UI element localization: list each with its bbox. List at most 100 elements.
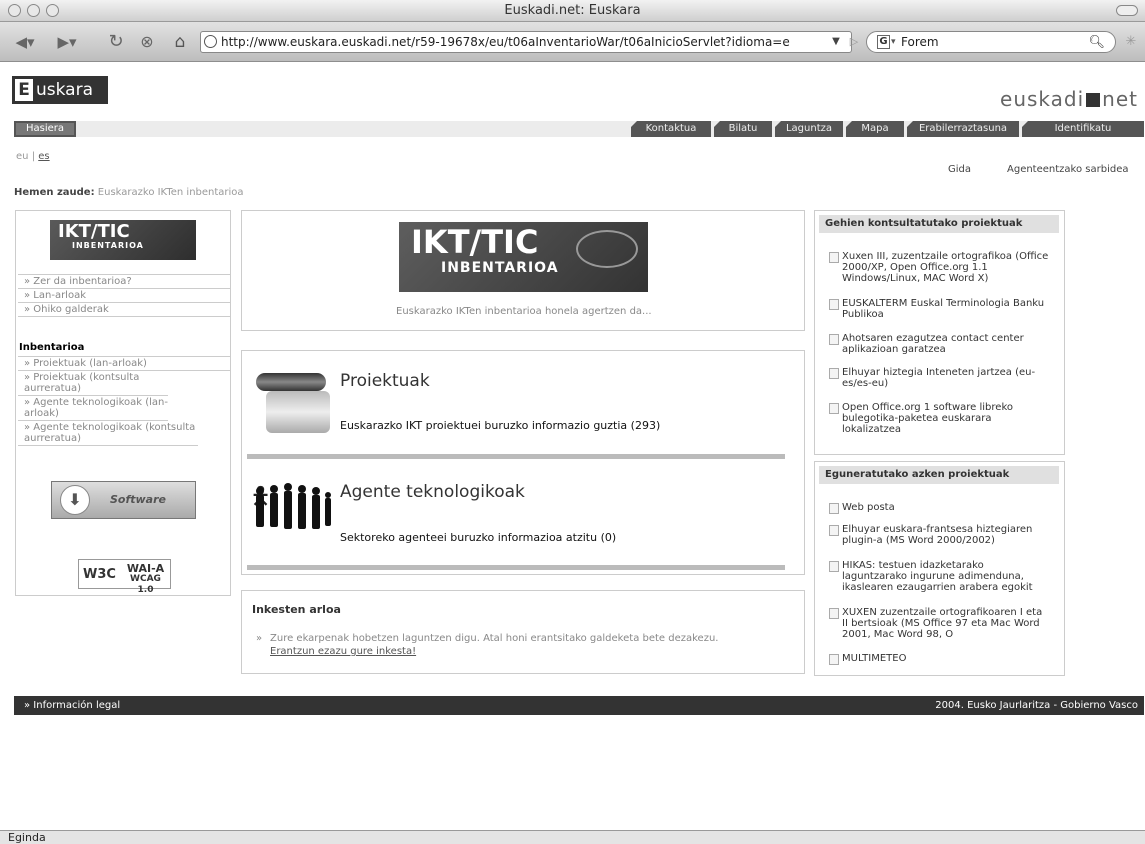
- latest-updated-panel: Eguneratutako azken proiektuak Web posta…: [814, 461, 1065, 676]
- lang-current: eu: [16, 151, 29, 162]
- ikt-logo-sub: INBENTARIOA: [72, 241, 144, 250]
- activity-spinner-icon: ✳: [1125, 34, 1137, 49]
- go-icon[interactable]: ▷: [846, 31, 862, 53]
- copyright: 2004. Eusko Jaurlaritza - Gobierno Vasco: [935, 700, 1138, 711]
- agente-title[interactable]: Agente teknologikoak: [340, 482, 525, 502]
- latest-item[interactable]: XUXEN zuzentzaile ortografikoaren I eta …: [829, 607, 1051, 640]
- latest-updated-heading: Eguneratutako azken proiektuak: [819, 466, 1059, 484]
- main-nav: Hasiera Kontaktua Bilatu Laguntza Mapa E…: [14, 121, 1144, 137]
- nav-tab-erabilerraztasuna[interactable]: Erabilerraztasuna: [907, 121, 1019, 137]
- banner-intro: Euskarazko IKTen inbentarioa honela ager…: [396, 306, 652, 317]
- toolbar-toggle-button[interactable]: [1116, 5, 1138, 16]
- title-bar: Euskadi.net: Euskara: [0, 0, 1145, 22]
- close-window-button[interactable]: [8, 4, 21, 17]
- most-consulted-item[interactable]: Elhuyar hiztegia Inteneten jartzea (eu-e…: [829, 367, 1051, 389]
- search-field[interactable]: G ▾ Forem 🔍︎: [866, 31, 1116, 53]
- section-divider: [247, 565, 785, 570]
- nav-tab-laguntza[interactable]: Laguntza: [775, 121, 843, 137]
- browser-window: Euskadi.net: Euskara ◀▾ ▶▾ ↻ ⊗ ⌂ http://…: [0, 0, 1145, 844]
- status-bar: Eginda: [0, 830, 1145, 844]
- software-label: Software: [110, 493, 166, 506]
- link-proiektuak-kontsulta[interactable]: » Proiektuak (kontsulta aurreratua): [18, 371, 168, 395]
- search-icon[interactable]: 🔍︎: [1088, 33, 1105, 53]
- wai-level-text: WAI-A: [126, 562, 165, 575]
- page-content: E uskara euskadi net Hasiera Kontaktua Bi…: [0, 63, 1145, 830]
- software-button[interactable]: ⬇ Software: [51, 481, 196, 519]
- logo-letter: E: [15, 79, 33, 101]
- latest-item[interactable]: Elhuyar euskara-frantsesa hiztegiaren pl…: [829, 524, 1051, 546]
- zoom-window-button[interactable]: [46, 4, 59, 17]
- categories-panel: Proiektuak Euskarazko IKT proiektuei bur…: [241, 350, 805, 575]
- euskara-logo[interactable]: E uskara: [12, 76, 108, 104]
- wcag-version: WCAG 1.0: [130, 574, 161, 595]
- survey-text: Zure ekarpenak hobetzen laguntzen digu. …: [270, 633, 719, 644]
- survey-panel: Inkesten arloa » Zure ekarpenak hobetzen…: [241, 590, 805, 674]
- inventory-heading: Inbentarioa: [19, 342, 85, 353]
- proiektuak-title[interactable]: Proiektuak: [340, 371, 430, 391]
- navigation-toolbar: ◀▾ ▶▾ ↻ ⊗ ⌂ http://www.euskara.euskadi.n…: [0, 22, 1145, 62]
- forward-icon[interactable]: ▶▾: [52, 31, 82, 53]
- most-consulted-panel: Gehien kontsultatutako proiektuak Xuxen …: [814, 210, 1065, 455]
- software-icon: ⬇: [60, 485, 90, 515]
- url-text: http://www.euskara.euskadi.net/r59-19678…: [221, 35, 790, 49]
- nav-tab-bilatu[interactable]: Bilatu: [714, 121, 772, 137]
- euskadi-logo-right: net: [1102, 87, 1138, 111]
- latest-item[interactable]: MULTIMETEO: [829, 653, 1051, 665]
- nav-tab-kontaktua[interactable]: Kontaktua: [631, 121, 711, 137]
- most-consulted-item[interactable]: Ahotsaren ezagutzea contact center aplik…: [829, 333, 1051, 355]
- page-footer: » Información legal 2004. Eusko Jaurlari…: [14, 696, 1144, 715]
- wai-a-badge[interactable]: W3C WAI-A WCAG 1.0: [78, 559, 171, 595]
- euskadi-logo-left: euskadi: [1000, 87, 1085, 111]
- logo-block-icon: [1086, 93, 1101, 107]
- breadcrumb-path: Euskarazko IKTen inbentarioa: [97, 187, 244, 198]
- nav-tab-identifikatu[interactable]: Identifikatu: [1022, 121, 1144, 137]
- agente-desc[interactable]: Sektoreko agenteei buruzko informazioa a…: [340, 531, 616, 544]
- minimize-window-button[interactable]: [27, 4, 40, 17]
- most-consulted-item[interactable]: Xuxen III, zuzentzaile ortografikoa (Off…: [829, 251, 1051, 284]
- rolls-icon: [252, 369, 332, 439]
- breadcrumb: Hemen zaude: Euskarazko IKTen inbentario…: [14, 187, 244, 198]
- search-engine-dropdown-icon[interactable]: ▾: [891, 32, 896, 52]
- link-agente-lan-arloak[interactable]: » Agente teknologikoak (lan-arloak): [18, 395, 168, 421]
- lang-es-link[interactable]: es: [38, 151, 49, 162]
- most-consulted-item[interactable]: EUSKALTERM Euskal Terminologia Banku Pub…: [829, 298, 1051, 320]
- ikt-banner[interactable]: IKT/TIC INBENTARIOA: [399, 222, 648, 292]
- home-icon[interactable]: ⌂: [168, 31, 192, 53]
- section-divider: [247, 454, 785, 459]
- lang-separator: |: [31, 151, 36, 162]
- language-switch: eu | es: [16, 151, 50, 162]
- survey-title: Inkesten arloa: [252, 603, 341, 616]
- globe-icon: [204, 35, 217, 48]
- ikt-inventory-logo[interactable]: IKT/TIC INBENTARIOA: [50, 220, 196, 260]
- back-icon[interactable]: ◀▾: [10, 31, 40, 53]
- url-dropdown-icon[interactable]: ▼: [828, 31, 844, 53]
- latest-item[interactable]: HIKAS: testuen idazketarako laguntzarako…: [829, 560, 1051, 593]
- link-proiektuak-lan-arloak[interactable]: » Proiektuak (lan-arloak): [18, 357, 230, 371]
- link-zer-da[interactable]: » Zer da inbentarioa?: [18, 275, 230, 289]
- survey-link[interactable]: Erantzun ezazu gure inkesta!: [270, 646, 416, 657]
- latest-item[interactable]: Web posta: [829, 502, 1051, 514]
- link-ohiko-galderak[interactable]: » Ohiko galderak: [18, 303, 230, 317]
- reload-icon[interactable]: ↻: [104, 31, 128, 53]
- address-bar[interactable]: http://www.euskara.euskadi.net/r59-19678…: [200, 31, 852, 53]
- people-silhouettes: [252, 479, 332, 535]
- search-value: Forem: [901, 35, 939, 49]
- gida-link[interactable]: Gida: [948, 164, 971, 175]
- euskadi-net-logo[interactable]: euskadi net: [1000, 87, 1138, 111]
- w3c-logo: W3C: [83, 567, 116, 582]
- agents-access-link[interactable]: Agenteentzako sarbidea: [1007, 164, 1128, 175]
- info-links: » Zer da inbentarioa? » Lan-arloak » Ohi…: [18, 274, 230, 317]
- left-sidebar: IKT/TIC INBENTARIOA » Zer da inbentarioa…: [15, 210, 231, 596]
- search-engine-icon[interactable]: G: [877, 35, 890, 49]
- most-consulted-item[interactable]: Open Office.org 1 software libreko buleg…: [829, 402, 1051, 435]
- proiektuak-desc[interactable]: Euskarazko IKT proiektuei buruzko inform…: [340, 419, 660, 432]
- link-lan-arloak[interactable]: » Lan-arloak: [18, 289, 230, 303]
- status-text: Eginda: [8, 831, 46, 844]
- nav-home-button[interactable]: Hasiera: [14, 121, 76, 137]
- nav-tab-mapa[interactable]: Mapa: [846, 121, 904, 137]
- link-agente-kontsulta[interactable]: » Agente teknologikoak (kontsulta aurrer…: [18, 421, 198, 446]
- stop-icon[interactable]: ⊗: [135, 31, 159, 53]
- legal-info-link[interactable]: » Información legal: [24, 696, 120, 715]
- survey-bullet-icon: »: [256, 633, 263, 644]
- window-title: Euskadi.net: Euskara: [504, 3, 641, 18]
